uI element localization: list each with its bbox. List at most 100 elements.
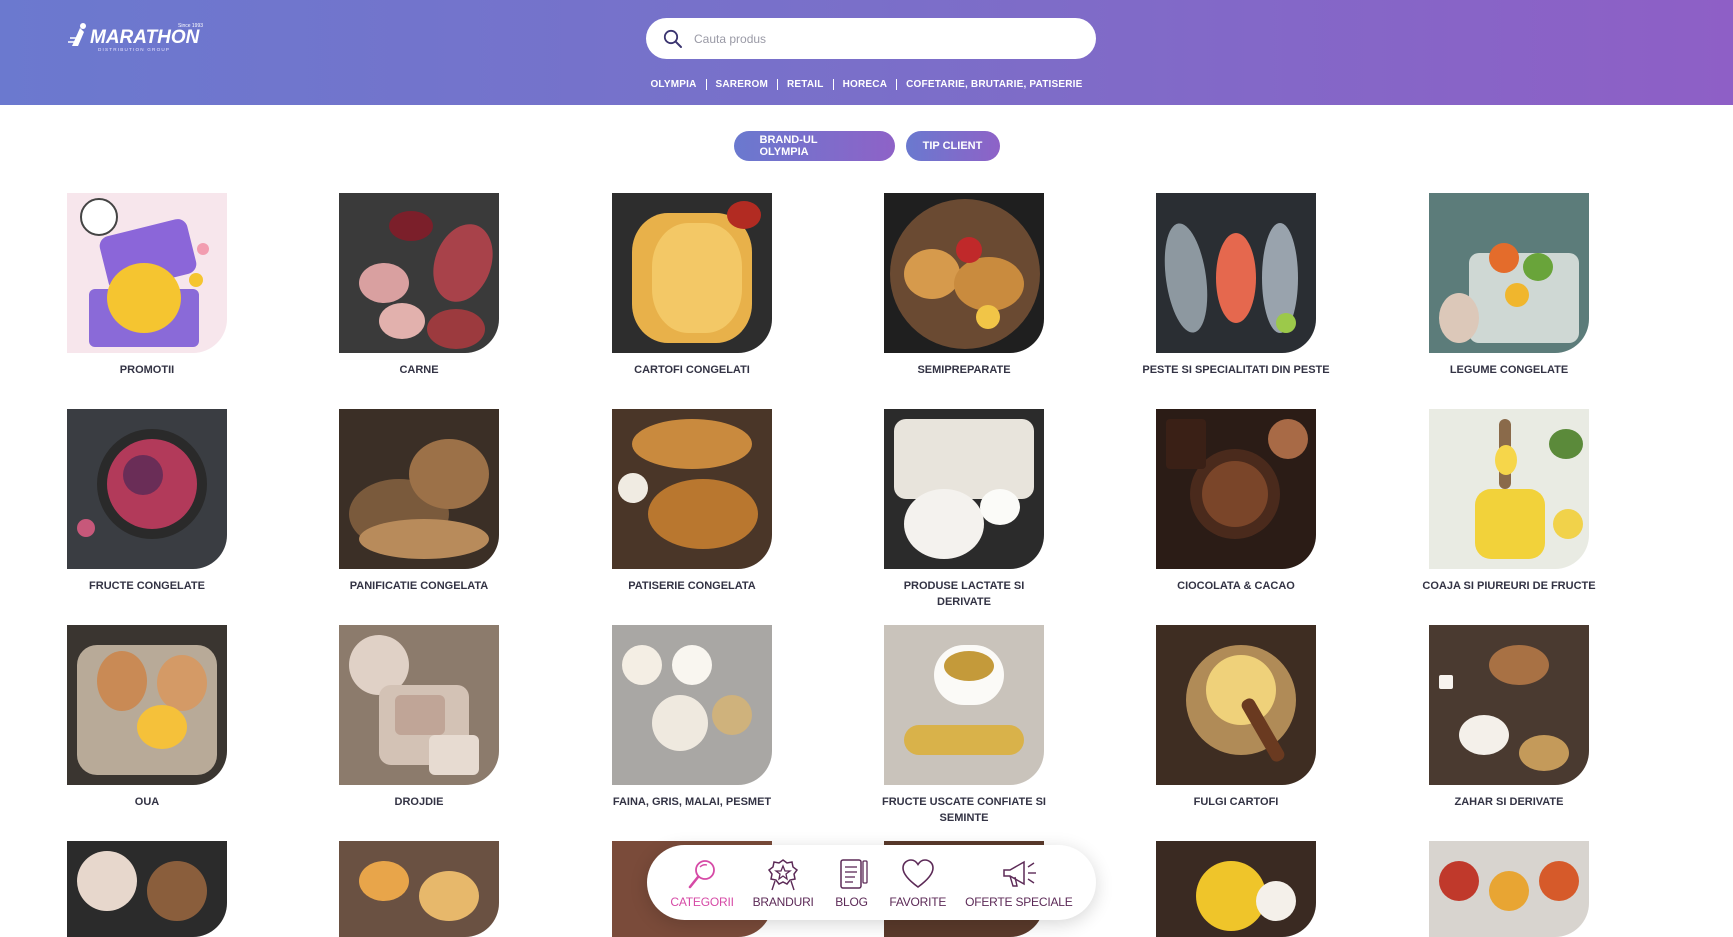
category-tile-panificatie[interactable]: PANIFICATIE CONGELATA: [339, 409, 499, 594]
search-input[interactable]: [694, 31, 1074, 46]
category-tile-peste[interactable]: PESTE SI SPECIALITATI DIN PESTE: [1142, 193, 1330, 378]
fructe-uscate-image: [884, 625, 1044, 785]
bottom-nav-branduri[interactable]: BRANDURI: [753, 857, 814, 909]
bottom-nav-categorii[interactable]: CATEGORII: [670, 857, 734, 909]
bottom-nav-oferte[interactable]: OFERTE SPECIALE: [965, 857, 1073, 909]
category-label: CARTOFI CONGELATI: [634, 364, 750, 376]
category-label: FAINA, GRIS, MALAI, PESMET: [612, 796, 772, 808]
category-tile-carne[interactable]: CARNE: [339, 193, 499, 378]
category-label: ZAHAR SI DERIVATE: [1454, 796, 1564, 808]
bottom-nav-favorite[interactable]: FAVORITE: [889, 857, 946, 909]
fulgi-image: [1156, 625, 1316, 785]
document-pen-icon: [839, 858, 868, 889]
category-tile-fulgi[interactable]: FULGI CARTOFI: [1156, 625, 1316, 810]
category-tile-legume[interactable]: LEGUME CONGELATE: [1429, 193, 1589, 378]
legume-image: [1429, 193, 1589, 353]
tip-client-button[interactable]: TIP CLIENT: [905, 131, 1000, 161]
bottom-nav-label: BRANDURI: [752, 894, 814, 909]
panificatie-image: [339, 409, 499, 569]
category-label: PESTE SI SPECIALITATI DIN PESTE: [1142, 364, 1330, 376]
top-navigation: OLYMPIA SAREROM RETAIL HORECA COFETARIE,…: [0, 79, 1733, 90]
category-label: DROJDIE: [394, 796, 444, 808]
row4-image-5: [1156, 841, 1316, 937]
category-label: SEMIPREPARATE: [917, 364, 1011, 376]
oua-image: [67, 625, 227, 785]
category-tile-drojdie[interactable]: DROJDIE: [339, 625, 499, 810]
svg-text:DISTRIBUTION GROUP: DISTRIBUTION GROUP: [98, 47, 170, 52]
lactate-image: [884, 409, 1044, 569]
category-tile-lactate[interactable]: PRODUSE LACTATE SI DERIVATE: [884, 409, 1044, 610]
category-tile-semipreparate[interactable]: SEMIPREPARATE: [884, 193, 1044, 378]
category-label: OUA: [134, 796, 160, 808]
category-tile-patiserie[interactable]: PATISERIE CONGELATA: [612, 409, 772, 594]
fructe-image: [67, 409, 227, 569]
heart-icon: [901, 858, 934, 888]
faina-image: [612, 625, 772, 785]
row4-image-6: [1429, 841, 1589, 937]
carne-image: [339, 193, 499, 353]
brand-olympia-button[interactable]: BRAND-UL OLYMPIA: [733, 131, 895, 161]
search-bar[interactable]: [646, 18, 1096, 59]
category-tile-promotii[interactable]: PROMOTII: [67, 193, 227, 378]
category-label: PROMOTII: [119, 364, 175, 376]
ciocolata-image: [1156, 409, 1316, 569]
megaphone-icon: [1003, 860, 1036, 887]
bottom-navigation: CATEGORII BRANDURI BLOG FAVORITE OFERTE …: [647, 845, 1096, 920]
bottom-nav-label: OFERTE SPECIALE: [965, 894, 1073, 909]
peste-image: [1156, 193, 1316, 353]
category-tile-oua[interactable]: OUA: [67, 625, 227, 810]
category-tile-faina[interactable]: FAINA, GRIS, MALAI, PESMET: [612, 625, 772, 810]
site-header: MARATHON Since 1993 DISTRIBUTION GROUP O…: [0, 0, 1733, 105]
category-label: PATISERIE CONGELATA: [628, 580, 756, 592]
category-label: CIOCOLATA & CACAO: [1177, 580, 1295, 592]
bottom-nav-blog[interactable]: BLOG: [833, 857, 871, 909]
category-tile-ciocolata[interactable]: CIOCOLATA & CACAO: [1156, 409, 1316, 594]
cartofi-image: [612, 193, 772, 353]
nav-sarerom[interactable]: SAREROM: [716, 79, 769, 90]
coaja-image: [1429, 409, 1589, 569]
zahar-image: [1429, 625, 1589, 785]
bottom-nav-label: FAVORITE: [889, 894, 947, 909]
row4-image-1: [67, 841, 227, 937]
category-tile-row4-5[interactable]: [1156, 841, 1316, 937]
logo-graphic: MARATHON Since 1993 DISTRIBUTION GROUP: [68, 23, 203, 52]
category-label: FRUCTE CONGELATE: [89, 580, 205, 592]
semipreparate-image: [884, 193, 1044, 353]
category-label: CARNE: [399, 364, 439, 376]
nav-divider: [705, 79, 707, 90]
row4-image-2: [339, 841, 499, 937]
nav-cofetarie[interactable]: COFETARIE, BRUTARIE, PATISERIE: [906, 79, 1082, 90]
category-tile-row4-1[interactable]: [67, 841, 227, 937]
category-tile-fructe[interactable]: FRUCTE CONGELATE: [67, 409, 227, 594]
category-tile-coaja[interactable]: COAJA SI PIUREURI DE FRUCTE: [1422, 409, 1596, 594]
svg-text:Since 1993: Since 1993: [178, 23, 203, 29]
category-label: FULGI CARTOFI: [1193, 796, 1279, 808]
nav-retail[interactable]: RETAIL: [787, 79, 824, 90]
search-icon[interactable]: [662, 28, 684, 50]
bottom-nav-label: BLOG: [835, 894, 868, 909]
badge-star-icon: [768, 858, 799, 890]
category-label: FRUCTE USCATE CONFIATE SI SEMINTE: [882, 796, 1046, 824]
nav-horeca[interactable]: HORECA: [843, 79, 888, 90]
magnifier-icon: [688, 859, 715, 888]
drojdie-image: [339, 625, 499, 785]
category-tile-fructe-uscate[interactable]: FRUCTE USCATE CONFIATE SI SEMINTE: [882, 625, 1046, 826]
nav-divider: [777, 79, 779, 90]
filter-pills: BRAND-UL OLYMPIA TIP CLIENT: [0, 131, 1733, 161]
category-tile-cartofi[interactable]: CARTOFI CONGELATI: [612, 193, 772, 378]
bottom-nav-label: CATEGORII: [670, 894, 734, 909]
svg-text:MARATHON: MARATHON: [90, 27, 201, 48]
category-label: PANIFICATIE CONGELATA: [349, 580, 489, 592]
category-tile-zahar[interactable]: ZAHAR SI DERIVATE: [1429, 625, 1589, 810]
category-tile-row4-6[interactable]: [1429, 841, 1589, 937]
category-label: COAJA SI PIUREURI DE FRUCTE: [1422, 580, 1596, 592]
marathon-logo[interactable]: MARATHON Since 1993 DISTRIBUTION GROUP: [68, 18, 208, 54]
category-tile-row4-2[interactable]: [339, 841, 499, 937]
category-label: LEGUME CONGELATE: [1449, 364, 1569, 376]
promotii-image: [67, 193, 227, 353]
category-label: PRODUSE LACTATE SI DERIVATE: [903, 580, 1025, 608]
nav-olympia[interactable]: OLYMPIA: [650, 79, 696, 90]
nav-divider: [896, 79, 898, 90]
nav-divider: [832, 79, 834, 90]
patiserie-image: [612, 409, 772, 569]
